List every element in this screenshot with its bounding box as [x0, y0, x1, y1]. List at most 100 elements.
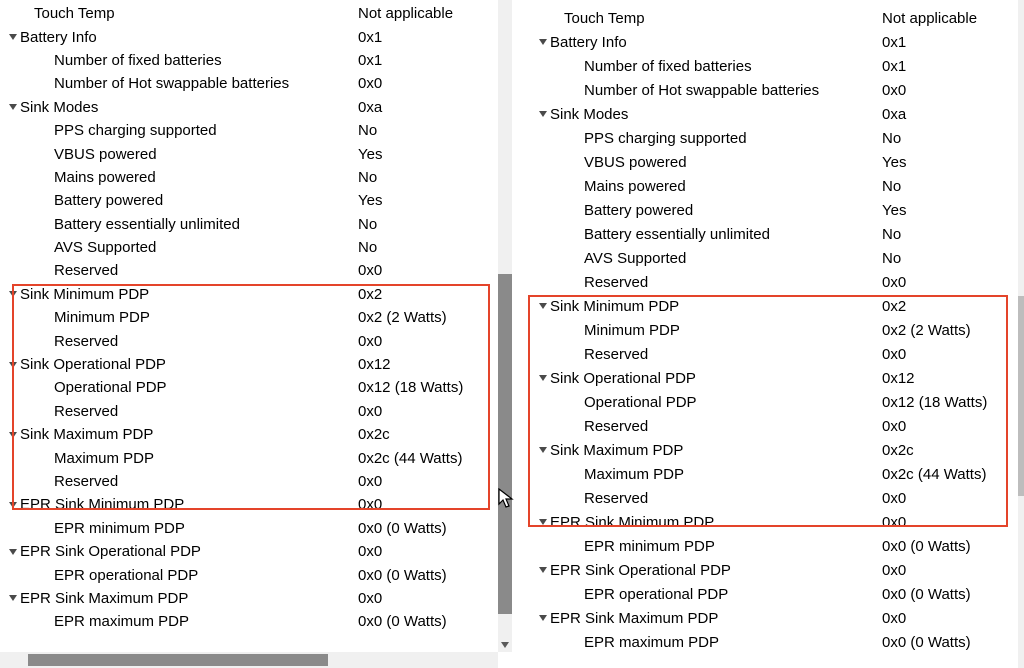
- tree-label: AVS Supported: [54, 239, 156, 256]
- tree-label: EPR Sink Minimum PDP: [550, 514, 714, 531]
- chevron-down-icon[interactable]: [536, 445, 550, 455]
- tree-item-row: PPS charging supportedNo: [0, 119, 498, 142]
- tree-value: 0x12 (18 Watts): [358, 379, 463, 396]
- tree-value: 0x2c (44 Watts): [358, 450, 462, 467]
- tree-group-row[interactable]: Sink Operational PDP0x12: [530, 366, 1018, 390]
- tree-item-row: Battery essentially unlimitedNo: [0, 213, 498, 236]
- tree-label: Mains powered: [584, 178, 686, 195]
- chevron-down-icon[interactable]: [536, 109, 550, 119]
- tree-value: Not applicable: [882, 10, 977, 27]
- tree-value: No: [882, 226, 901, 243]
- tree-label: Touch Temp: [34, 5, 115, 22]
- tree-item-row: AVS SupportedNo: [0, 236, 498, 259]
- chevron-down-icon[interactable]: [536, 37, 550, 47]
- tree-value: 0x0: [358, 333, 382, 350]
- tree-value: 0x0: [882, 346, 906, 363]
- vertical-scrollbar-track[interactable]: [1018, 0, 1024, 668]
- tree-item-row: PPS charging supportedNo: [530, 126, 1018, 150]
- horizontal-scrollbar-thumb[interactable]: [28, 654, 328, 666]
- tree-group-row[interactable]: Sink Modes0xa: [0, 96, 498, 119]
- tree-value: 0x2 (2 Watts): [882, 322, 971, 339]
- tree-value: No: [882, 178, 901, 195]
- tree-label: EPR Sink Maximum PDP: [20, 590, 188, 607]
- tree-label: Sink Operational PDP: [550, 370, 696, 387]
- tree-value: 0x1: [882, 58, 906, 75]
- tree-label: Reserved: [54, 403, 118, 420]
- tree-group-row[interactable]: Battery Info 0x1: [530, 30, 1018, 54]
- vertical-scrollbar-thumb[interactable]: [498, 274, 512, 614]
- tree-item-row: Operational PDP0x12 (18 Watts): [0, 376, 498, 399]
- tree-label: Number of Hot swappable batteries: [584, 82, 819, 99]
- chevron-down-icon[interactable]: [536, 613, 550, 623]
- tree-value: 0xa: [358, 99, 382, 116]
- vertical-scrollbar-thumb[interactable]: [1018, 296, 1024, 496]
- chevron-down-icon[interactable]: [6, 430, 20, 440]
- tree-value: 0x2c (44 Watts): [882, 466, 986, 483]
- tree-group-row[interactable]: EPR Sink Maximum PDP0x0: [530, 606, 1018, 630]
- chevron-down-icon[interactable]: [6, 32, 20, 42]
- tree-item-row: Maximum PDP0x2c (44 Watts): [0, 446, 498, 469]
- tree-group-row[interactable]: Sink Maximum PDP0x2c: [530, 438, 1018, 462]
- tree-label: EPR minimum PDP: [54, 520, 185, 537]
- chevron-down-icon[interactable]: [6, 102, 20, 112]
- tree-item-row: Touch Temp Not applicable: [0, 2, 498, 25]
- tree-label: Reserved: [584, 274, 648, 291]
- chevron-down-icon[interactable]: [6, 500, 20, 510]
- tree-group-row[interactable]: EPR Sink Operational PDP0x0: [530, 558, 1018, 582]
- tree-item-row: EPR maximum PDP0x0 (0 Watts): [0, 610, 498, 633]
- tree-item-row: EPR minimum PDP0x0 (0 Watts): [530, 534, 1018, 558]
- tree-value: 0x0: [882, 82, 906, 99]
- tree-group-row[interactable]: Sink Minimum PDP 0x2: [530, 294, 1018, 318]
- right-pane: Touch TempNot applicableBattery Info0x1N…: [512, 0, 1024, 668]
- left-pane: Touch Temp Not applicable Battery Info0x1 N…: [0, 0, 512, 668]
- tree-label: Reserved: [54, 262, 118, 279]
- tree-value: 0x0: [882, 562, 906, 579]
- scroll-down-button[interactable]: [498, 638, 512, 652]
- tree-label: Battery Info: [550, 34, 627, 51]
- chevron-down-icon[interactable]: [536, 301, 550, 311]
- tree-item-row: Maximum PDP0x2c (44 Watts): [530, 462, 1018, 486]
- chevron-down-icon[interactable]: [536, 517, 550, 527]
- tree-value: 0x2c: [882, 442, 914, 459]
- tree-value: 0x1: [882, 34, 906, 51]
- tree-item-row: Battery essentially unlimitedNo: [530, 222, 1018, 246]
- tree-group-row[interactable]: EPR Sink Operational PDP0x0: [0, 540, 498, 563]
- tree-label: Reserved: [584, 346, 648, 363]
- tree-group-row[interactable]: Sink Modes0xa: [530, 102, 1018, 126]
- tree-label: Mains powered: [54, 169, 156, 186]
- chevron-down-icon[interactable]: [6, 593, 20, 603]
- tree-group-row[interactable]: Sink Minimum PDP0x2: [0, 283, 498, 306]
- left-tree: Touch Temp Not applicable Battery Info0x1 N…: [0, 0, 498, 634]
- tree-group-row[interactable]: EPR Sink Maximum PDP 0x0: [0, 587, 498, 610]
- tree-value: 0x0: [358, 590, 382, 607]
- chevron-down-icon[interactable]: [6, 289, 20, 299]
- tree-item-row: EPR operational PDP0x0 (0 Watts): [0, 563, 498, 586]
- chevron-down-icon[interactable]: [6, 360, 20, 370]
- tree-item-row: VBUS poweredYes: [0, 142, 498, 165]
- tree-group-row[interactable]: Sink Operational PDP0x12: [0, 353, 498, 376]
- tree-value: No: [882, 130, 901, 147]
- tree-value: Not applicable: [358, 5, 453, 22]
- tree-value: 0x0 (0 Watts): [882, 586, 971, 603]
- tree-label: Reserved: [54, 473, 118, 490]
- tree-value: 0x0: [882, 418, 906, 435]
- tree-label: Reserved: [584, 490, 648, 507]
- tree-value: 0x0 (0 Watts): [358, 567, 447, 584]
- tree-value: 0x0: [358, 496, 382, 513]
- tree-group-row[interactable]: EPR Sink Minimum PDP0x0: [0, 493, 498, 516]
- chevron-down-icon[interactable]: [536, 373, 550, 383]
- horizontal-scrollbar-track[interactable]: [0, 652, 498, 668]
- vertical-scrollbar-track[interactable]: [498, 0, 512, 638]
- tree-item-row: Operational PDP0x12 (18 Watts): [530, 390, 1018, 414]
- tree-group-row[interactable]: EPR Sink Minimum PDP0x0: [530, 510, 1018, 534]
- tree-label: Number of Hot swappable batteries: [54, 75, 289, 92]
- chevron-down-icon[interactable]: [6, 547, 20, 557]
- tree-item-row: AVS SupportedNo: [530, 246, 1018, 270]
- tree-value: 0x2: [882, 298, 906, 315]
- chevron-down-icon[interactable]: [536, 565, 550, 575]
- tree-group-row[interactable]: Battery Info0x1: [0, 25, 498, 48]
- tree-value: 0x0 (0 Watts): [358, 520, 447, 537]
- tree-label: Sink Minimum PDP: [550, 298, 679, 315]
- tree-label: Minimum PDP: [584, 322, 680, 339]
- tree-group-row[interactable]: Sink Maximum PDP0x2c: [0, 423, 498, 446]
